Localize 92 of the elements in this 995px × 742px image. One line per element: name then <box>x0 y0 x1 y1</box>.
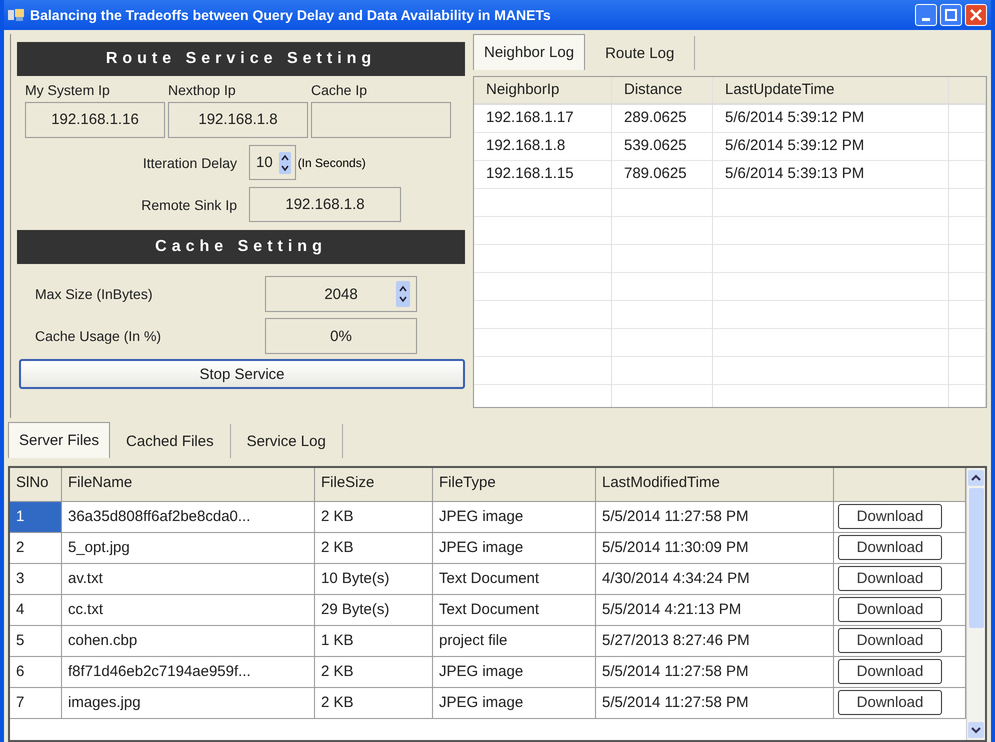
tab[interactable]: Server Files <box>8 422 110 458</box>
field-label: My System Ip <box>25 82 111 98</box>
table-cell: 36a35d808ff6af2be8cda0... <box>62 502 315 532</box>
minimize-button[interactable] <box>915 4 937 26</box>
maximize-icon <box>945 9 957 21</box>
table-cell: 2 KB <box>315 502 433 532</box>
table-cell[interactable]: 4 <box>10 595 62 625</box>
table-cell: images.jpg <box>62 688 315 718</box>
stop-service-button[interactable]: Stop Service <box>19 359 465 389</box>
table-cell: 5/5/2014 11:27:58 PM <box>596 688 834 718</box>
download-button[interactable]: Download <box>838 535 942 560</box>
table-cell[interactable]: 1 <box>10 502 62 532</box>
table-cell: 5/27/2013 8:27:46 PM <box>596 626 834 656</box>
field-label: Cache Ip <box>311 82 368 98</box>
column-header[interactable]: FileSize <box>315 468 433 501</box>
table-cell: 289.0625 <box>612 105 713 132</box>
ip-field[interactable]: 192.168.1.8 <box>168 102 308 138</box>
tab[interactable]: Neighbor Log <box>473 34 586 70</box>
table-cell: Text Document <box>433 564 596 594</box>
table-cell: JPEG image <box>433 502 596 532</box>
spinner-field[interactable]: 10 <box>249 145 296 180</box>
field-label: Cache Usage (In %) <box>34 328 162 344</box>
value-field: 0% <box>265 318 417 354</box>
download-button[interactable]: Download <box>838 504 942 529</box>
table-cell: 5/5/2014 11:30:09 PM <box>596 533 834 563</box>
table-cell[interactable]: 6 <box>10 657 62 687</box>
table-cell: 5/6/2014 5:39:13 PM <box>713 161 949 188</box>
table-cell: 192.168.1.17 <box>474 105 612 132</box>
spin-arrows-icon <box>278 152 291 174</box>
column-header[interactable]: LastUpdateTime <box>713 77 949 103</box>
table-cell[interactable]: 2 <box>10 533 62 563</box>
download-button[interactable]: Download <box>838 628 942 653</box>
table-cell: 5_opt.jpg <box>62 533 315 563</box>
table-cell: JPEG image <box>433 533 596 563</box>
table-cell: 5/5/2014 4:21:13 PM <box>596 595 834 625</box>
section-header: Route Service Setting <box>17 42 465 76</box>
column-header[interactable]: LastModifiedTime <box>596 468 834 501</box>
table-cell: 192.168.1.15 <box>474 161 612 188</box>
column-header[interactable]: FileType <box>433 468 596 501</box>
table-cell: 10 Byte(s) <box>315 564 433 594</box>
field-label: Max Size (InBytes) <box>34 286 154 302</box>
download-button[interactable]: Download <box>838 566 942 591</box>
column-header[interactable]: FileName <box>62 468 315 501</box>
table-cell: 2 KB <box>315 688 433 718</box>
table-cell[interactable]: 7 <box>10 688 62 718</box>
table-cell: 789.0625 <box>612 161 713 188</box>
close-icon <box>970 9 982 21</box>
table-cell: Text Document <box>433 595 596 625</box>
scroll-up-icon <box>968 470 984 486</box>
download-button[interactable]: Download <box>838 659 942 684</box>
spinner-field[interactable]: 2048 <box>265 276 417 312</box>
column-header[interactable]: Distance <box>612 77 713 103</box>
ip-field[interactable]: 192.168.1.8 <box>249 187 401 222</box>
table-cell: av.txt <box>62 564 315 594</box>
table-cell: 2 KB <box>315 533 433 563</box>
close-button[interactable] <box>965 4 987 26</box>
table-cell: cc.txt <box>62 595 315 625</box>
table-cell: 5/6/2014 5:39:12 PM <box>713 105 949 132</box>
section-header: Cache Setting <box>17 230 465 264</box>
table-cell: JPEG image <box>433 688 596 718</box>
field-label: Remote Sink Ip <box>140 196 238 212</box>
unit-label: (In Seconds) <box>298 156 366 170</box>
ip-field[interactable] <box>311 102 451 138</box>
table-cell: JPEG image <box>433 657 596 687</box>
table-cell: 2 KB <box>315 657 433 687</box>
ip-field[interactable]: 192.168.1.16 <box>25 102 165 138</box>
scroll-down-icon <box>968 722 984 738</box>
download-button[interactable]: Download <box>838 690 942 715</box>
column-header[interactable]: SlNo <box>10 468 62 501</box>
column-header[interactable]: NeighborIp <box>474 77 612 103</box>
table-cell: 192.168.1.8 <box>474 133 612 160</box>
table-cell: 4/30/2014 4:34:24 PM <box>596 564 834 594</box>
minimize-icon <box>922 18 930 20</box>
table-cell: project file <box>433 626 596 656</box>
field-label: Itteration Delay <box>142 154 238 170</box>
table-cell[interactable]: 5 <box>10 626 62 656</box>
table-cell: 29 Byte(s) <box>315 595 433 625</box>
table-cell: 5/6/2014 5:39:12 PM <box>713 133 949 160</box>
scrollbar[interactable] <box>966 468 985 740</box>
table-cell: 1 KB <box>315 626 433 656</box>
window-title: Balancing the Tradeoffs between Query Delay and Data Availability in MANETs <box>30 7 551 23</box>
table-cell[interactable]: 3 <box>10 564 62 594</box>
table-cell: f8f71d46eb2c7194ae959f... <box>62 657 315 687</box>
table-cell: 539.0625 <box>612 133 713 160</box>
maximize-button[interactable] <box>940 4 962 26</box>
table-cell: 5/5/2014 11:27:58 PM <box>596 657 834 687</box>
table-cell: cohen.cbp <box>62 626 315 656</box>
table-cell: 5/5/2014 11:27:58 PM <box>596 502 834 532</box>
field-label: Nexthop Ip <box>168 82 237 98</box>
download-button[interactable]: Download <box>838 597 942 622</box>
app-icon <box>8 9 24 21</box>
spin-arrows-icon <box>396 281 410 307</box>
